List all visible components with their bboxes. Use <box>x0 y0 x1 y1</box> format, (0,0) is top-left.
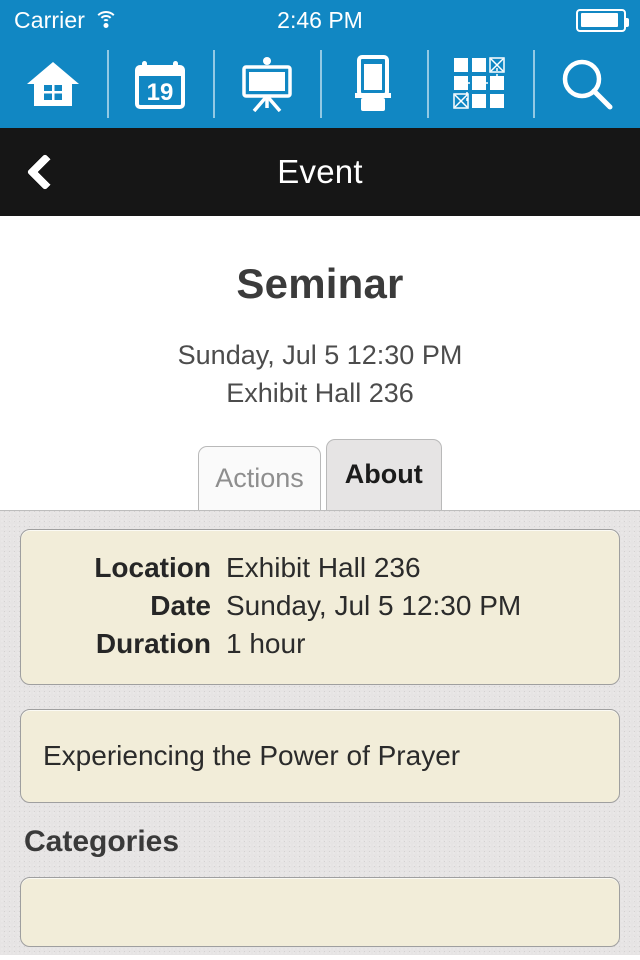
tab-about[interactable]: About <box>325 438 442 510</box>
home-icon <box>25 58 81 110</box>
info-label-location: Location <box>94 551 211 583</box>
event-datetime: Sunday, Jul 5 12:30 PM <box>177 340 463 370</box>
status-bar: Carrier 2:46 PM <box>0 0 640 40</box>
info-value-date: Sunday, Jul 5 12:30 PM <box>226 589 522 621</box>
toolbar-item-floorplan[interactable] <box>426 40 534 128</box>
info-value-duration: 1 hour <box>226 627 306 659</box>
info-row-date: Date Sunday, Jul 5 12:30 PM <box>21 590 619 622</box>
tab-about-label: About <box>344 459 423 490</box>
info-label-duration: Duration <box>95 627 211 659</box>
chevron-left-icon <box>26 153 64 191</box>
toolbar-item-search[interactable] <box>533 40 640 128</box>
easel-presentation-icon <box>238 56 296 112</box>
about-panel: Location Exhibit Hall 236 Date Sunday, J… <box>0 509 640 955</box>
toolbar-item-schedule[interactable]: 19 <box>106 40 214 128</box>
event-description-card: Experiencing the Power of Prayer <box>20 708 620 803</box>
event-description-text: Experiencing the Power of Prayer <box>43 739 461 771</box>
info-value-location: Exhibit Hall 236 <box>226 551 421 583</box>
event-location: Exhibit Hall 236 <box>226 378 414 409</box>
info-row-location: Location Exhibit Hall 236 <box>21 552 619 584</box>
event-header: Seminar Sunday, Jul 5 12:30 PM Exhibit H… <box>0 216 640 413</box>
event-subtitle: Sunday, Jul 5 12:30 PM Exhibit Hall 236 <box>0 336 640 413</box>
floorplan-grid-icon <box>453 57 507 111</box>
status-bar-right <box>576 8 629 32</box>
status-bar-left: Carrier <box>14 7 119 34</box>
app-root: Carrier 2:46 PM 19 Event Seminar Sunday,… <box>0 0 640 960</box>
svg-text:19: 19 <box>147 79 174 106</box>
banner-stand-icon <box>351 55 395 113</box>
event-title: Seminar <box>236 260 404 307</box>
calendar-icon: 19 <box>132 57 188 111</box>
category-card[interactable] <box>20 876 620 947</box>
search-icon <box>560 57 614 111</box>
info-row-duration: Duration 1 hour <box>21 628 619 660</box>
toolbar-item-exhibitors[interactable] <box>320 40 427 128</box>
main-toolbar: 19 <box>0 40 640 128</box>
battery-full-icon <box>576 8 629 32</box>
navigation-bar: Event <box>0 128 640 216</box>
toolbar-item-sessions[interactable] <box>213 40 320 128</box>
wifi-icon <box>94 11 119 29</box>
tab-actions-label: Actions <box>215 462 304 493</box>
info-label-date: Date <box>150 589 211 621</box>
toolbar-item-home[interactable] <box>0 40 107 128</box>
tab-bar: Actions About <box>0 434 640 510</box>
categories-heading: Categories <box>24 824 180 858</box>
back-button[interactable] <box>26 128 88 216</box>
carrier-label: Carrier <box>14 6 85 33</box>
page-title: Event <box>277 153 363 190</box>
tab-actions[interactable]: Actions <box>198 445 321 510</box>
event-info-card: Location Exhibit Hall 236 Date Sunday, J… <box>20 528 620 685</box>
